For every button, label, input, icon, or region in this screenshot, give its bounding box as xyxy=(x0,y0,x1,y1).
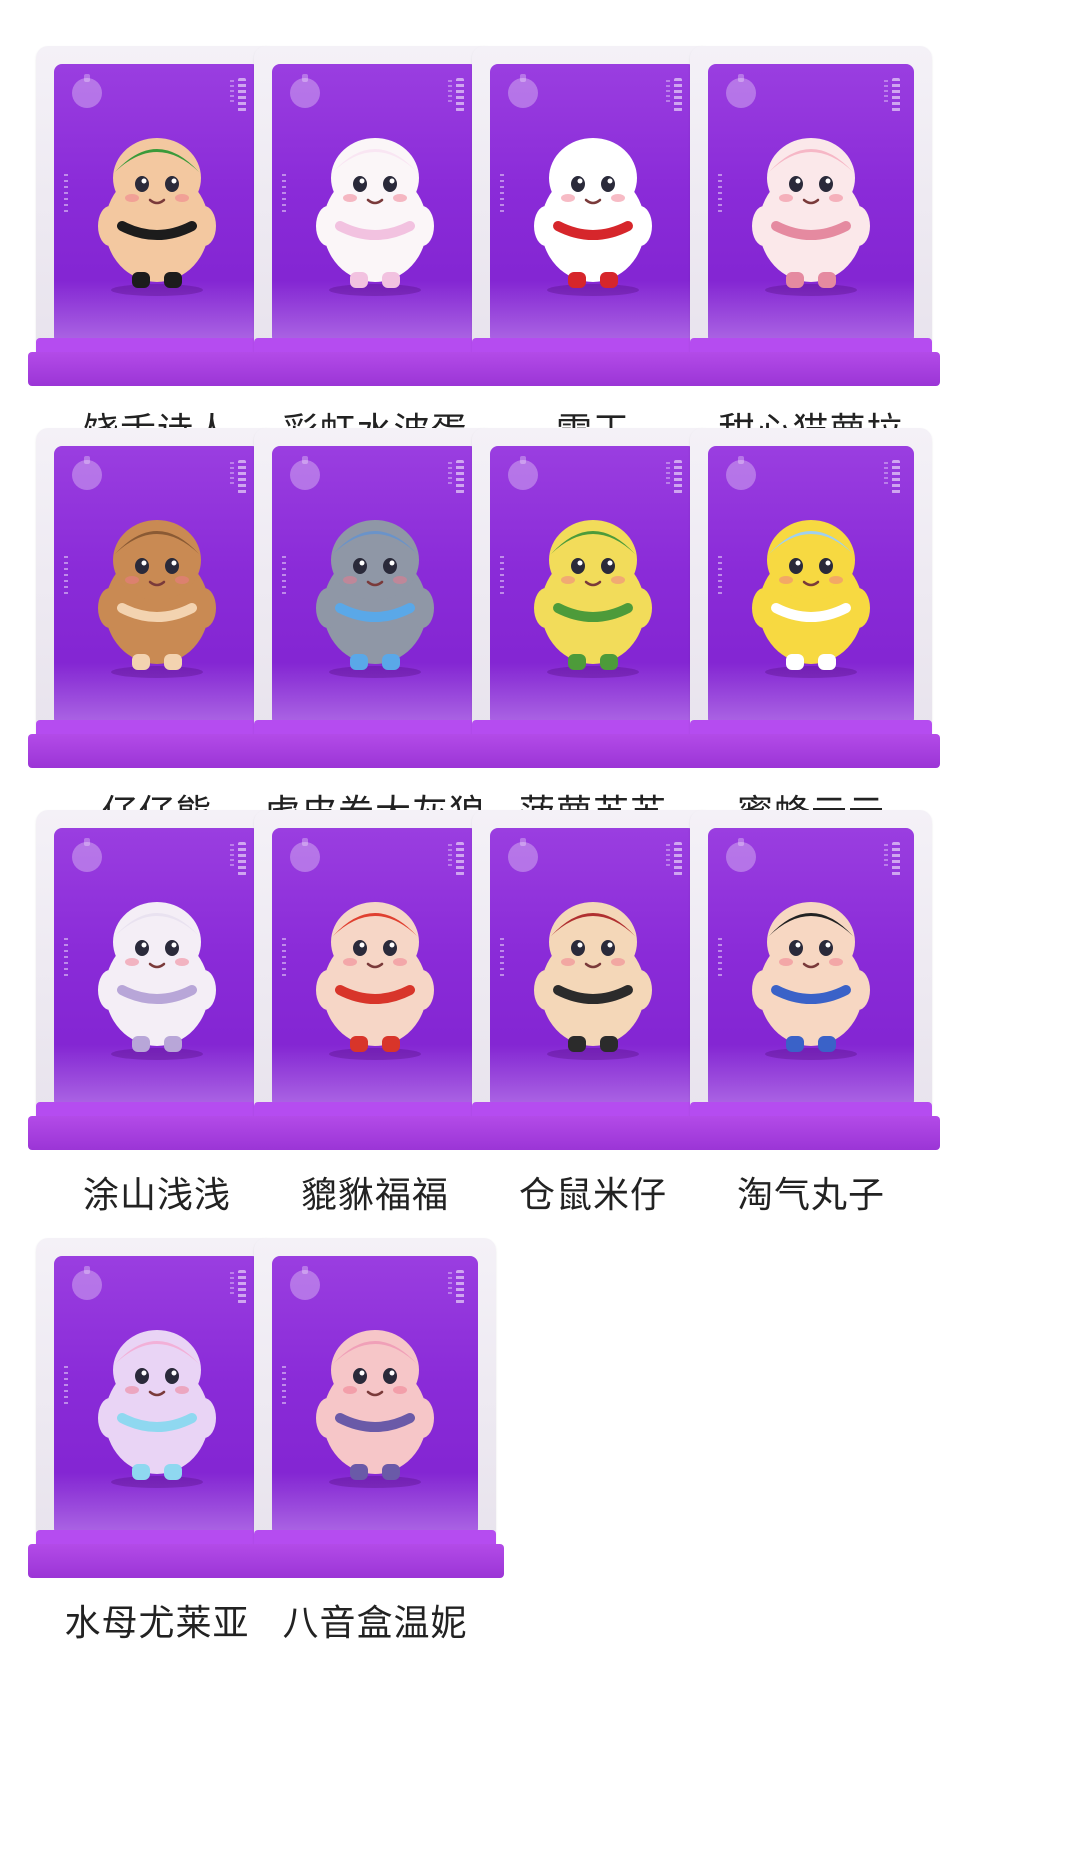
vertical-brand-mark xyxy=(238,78,246,112)
figurine-image xyxy=(300,108,450,298)
vertical-brand-mark xyxy=(238,1270,246,1304)
display-base-top xyxy=(36,1102,278,1116)
vertical-brand-mark-secondary xyxy=(666,80,670,104)
brand-logo-icon xyxy=(508,74,538,108)
brand-logo-icon xyxy=(508,838,538,872)
vertical-brand-mark xyxy=(238,842,246,876)
figurine-image xyxy=(736,108,886,298)
vertical-brand-mark xyxy=(456,1270,464,1304)
display-base-top xyxy=(690,1102,932,1116)
figurine-image xyxy=(736,872,886,1062)
brand-logo-icon xyxy=(72,74,102,108)
vertical-brand-mark-secondary xyxy=(666,462,670,486)
vertical-brand-mark-secondary xyxy=(230,1272,234,1296)
brand-logo-icon xyxy=(72,1266,102,1300)
vertical-brand-mark xyxy=(892,842,900,876)
figurine-image xyxy=(82,490,232,680)
brand-logo-icon xyxy=(290,456,320,490)
vertical-brand-mark-secondary xyxy=(448,462,452,486)
figurine-image xyxy=(300,872,450,1062)
brand-logo-icon xyxy=(726,838,756,872)
brand-logo-icon xyxy=(290,838,320,872)
brand-logo-icon xyxy=(726,456,756,490)
figure-card[interactable]: 蜜蜂云云 xyxy=(682,420,940,838)
side-tick-mark xyxy=(282,938,286,978)
display-base-top xyxy=(254,1530,496,1544)
brand-logo-icon xyxy=(508,456,538,490)
brand-logo-icon xyxy=(72,838,102,872)
side-tick-mark xyxy=(282,556,286,596)
vertical-brand-mark-secondary xyxy=(448,1272,452,1296)
display-base-top xyxy=(254,338,496,352)
vertical-brand-mark-secondary xyxy=(666,844,670,868)
display-base-top xyxy=(690,720,932,734)
brand-logo-icon xyxy=(726,74,756,108)
figure-name: 八音盒温妮 xyxy=(282,1603,468,1644)
vertical-brand-mark xyxy=(238,460,246,494)
side-tick-mark xyxy=(500,174,504,214)
side-tick-mark xyxy=(718,556,722,596)
vertical-brand-mark-secondary xyxy=(884,462,888,486)
side-tick-mark xyxy=(64,938,68,978)
vertical-brand-mark-secondary xyxy=(448,844,452,868)
figurine-image xyxy=(82,108,232,298)
vertical-brand-mark xyxy=(456,842,464,876)
figurine-image xyxy=(518,108,668,298)
figurine-image xyxy=(300,490,450,680)
side-tick-mark xyxy=(282,174,286,214)
figure-card[interactable]: 甜心猫萝拉 xyxy=(682,38,940,456)
vertical-brand-mark-secondary xyxy=(230,462,234,486)
figurine-image xyxy=(300,1300,450,1490)
vertical-brand-mark xyxy=(456,78,464,112)
vertical-brand-mark xyxy=(674,78,682,112)
side-tick-mark xyxy=(718,174,722,214)
vertical-brand-mark xyxy=(674,460,682,494)
side-tick-mark xyxy=(282,1366,286,1406)
figure-card[interactable]: 淘气丸子 xyxy=(682,802,940,1220)
side-tick-mark xyxy=(718,938,722,978)
side-tick-mark xyxy=(500,938,504,978)
display-base xyxy=(682,734,940,768)
side-tick-mark xyxy=(64,556,68,596)
vertical-brand-mark-secondary xyxy=(448,80,452,104)
brand-logo-icon xyxy=(72,456,102,490)
figurine-image xyxy=(736,490,886,680)
brand-logo-icon xyxy=(290,1266,320,1300)
display-base xyxy=(246,1544,504,1578)
figurine-image xyxy=(82,1300,232,1490)
display-base-top xyxy=(36,1530,278,1544)
vertical-brand-mark xyxy=(892,78,900,112)
display-base-top xyxy=(690,338,932,352)
display-base-top xyxy=(36,338,278,352)
vertical-brand-mark xyxy=(674,842,682,876)
vertical-brand-mark-secondary xyxy=(884,80,888,104)
side-tick-mark xyxy=(64,1366,68,1406)
figure-card[interactable]: 八音盒温妮 xyxy=(246,1230,504,1648)
vertical-brand-mark-secondary xyxy=(230,844,234,868)
vertical-brand-mark xyxy=(456,460,464,494)
figurine-image xyxy=(518,872,668,1062)
brand-logo-icon xyxy=(290,74,320,108)
figure-grid: 饶舌诗人 彩虹水波蛋 xyxy=(0,0,1080,1874)
display-base-top xyxy=(472,1102,714,1116)
side-tick-mark xyxy=(500,556,504,596)
figurine-image xyxy=(518,490,668,680)
display-base-top xyxy=(472,720,714,734)
display-base xyxy=(682,352,940,386)
display-base-top xyxy=(254,1102,496,1116)
display-base-top xyxy=(472,338,714,352)
side-tick-mark xyxy=(64,174,68,214)
figurine-image xyxy=(82,872,232,1062)
display-base xyxy=(682,1116,940,1150)
vertical-brand-mark xyxy=(892,460,900,494)
vertical-brand-mark-secondary xyxy=(230,80,234,104)
display-base-top xyxy=(36,720,278,734)
figure-name: 淘气丸子 xyxy=(736,1175,885,1216)
vertical-brand-mark-secondary xyxy=(884,844,888,868)
display-base-top xyxy=(254,720,496,734)
